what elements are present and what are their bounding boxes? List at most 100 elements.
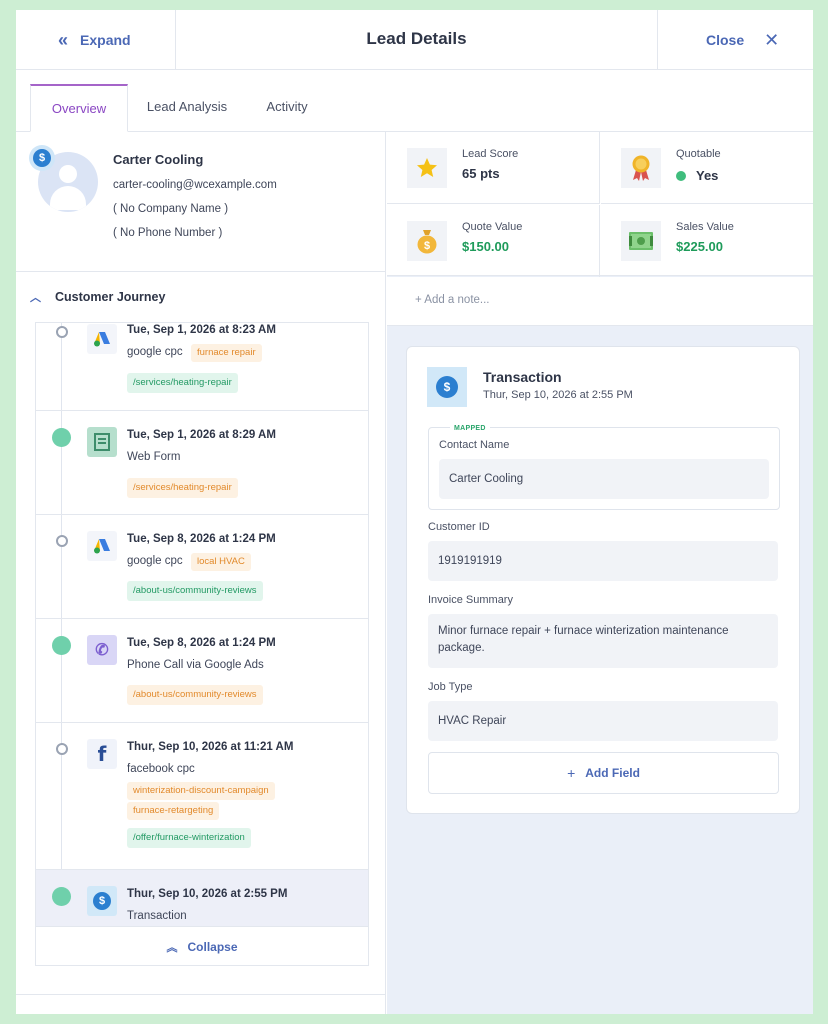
stat-label: Quote Value [462, 221, 523, 233]
google-ads-icon [87, 324, 117, 354]
field-label: Job Type [428, 681, 473, 693]
contact-company: ( No Company Name ) [113, 203, 229, 215]
sales-value-stat: Sales Value $225.00 [601, 205, 813, 277]
star-icon [407, 148, 447, 188]
invoice-summary-field[interactable]: Minor furnace repair + furnace winteriza… [428, 614, 778, 668]
contact-phone: ( No Phone Number ) [113, 227, 223, 239]
journey-source: Transaction [127, 910, 187, 922]
cash-stack-icon [621, 221, 661, 261]
journey-date: Thur, Sep 10, 2026 at 11:21 AM [127, 741, 294, 753]
contact-name: Carter Cooling [113, 152, 204, 167]
dollar-badge-icon: $ [29, 145, 55, 171]
timeline-dot [52, 887, 71, 906]
customer-id-field[interactable]: 1919191919 [428, 541, 778, 581]
tab-bar: Overview Lead Analysis Activity [16, 70, 813, 132]
campaign-tag: winterization-discount-campaign [127, 782, 275, 800]
journey-source: google cpc [127, 346, 183, 358]
transaction-title: Transaction [483, 369, 562, 385]
header: « Expand Lead Details Close ✕ [16, 10, 813, 70]
job-type-field[interactable]: HVAC Repair [428, 701, 778, 741]
award-ribbon-icon [621, 148, 661, 188]
timeline-dot [52, 636, 71, 655]
keyword-tag: local HVAC [191, 553, 251, 571]
tab-overview[interactable]: Overview [30, 84, 128, 132]
journey-date: Thur, Sep 10, 2026 at 2:55 PM [127, 888, 288, 900]
facebook-icon: f [87, 739, 117, 769]
phone-icon: ✆ [87, 635, 117, 665]
page-path-tag: /offer/furnace-winterization [127, 828, 251, 848]
contact-name-field[interactable]: Carter Cooling [439, 459, 769, 499]
page-title: Lead Details [366, 29, 467, 48]
journey-entry[interactable]: Tue, Sep 1, 2026 at 8:29 AM Web Form /se… [36, 411, 368, 515]
collapse-label: Collapse [187, 939, 238, 954]
add-field-label: Add Field [585, 766, 640, 780]
journey-source: Web Form [127, 451, 181, 463]
page-path-tag: /services/heating-repair [127, 373, 238, 393]
web-form-icon [87, 427, 117, 457]
journey-date: Tue, Sep 8, 2026 at 1:24 PM [127, 533, 276, 545]
contact-email: carter-cooling@wcexample.com [113, 179, 277, 191]
transaction-date: Thur, Sep 10, 2026 at 2:55 PM [483, 389, 633, 401]
field-label: Customer ID [428, 521, 490, 533]
stat-label: Sales Value [676, 221, 734, 233]
svg-text:$: $ [424, 240, 430, 252]
double-chevron-up-icon: ︽ [166, 941, 178, 954]
contact-profile: $ Carter Cooling carter-cooling@wcexampl… [16, 132, 386, 272]
stat-value: $150.00 [462, 239, 509, 254]
dollar-icon: $ [87, 886, 117, 916]
journey-entry[interactable]: Tue, Sep 1, 2026 at 8:23 AM google cpc f… [36, 323, 368, 411]
field-label: Invoice Summary [428, 594, 513, 606]
page-path-tag: /about-us/community-reviews [127, 581, 263, 601]
page-path-tag: /about-us/community-reviews [127, 685, 263, 705]
journey-entry[interactable]: Tue, Sep 8, 2026 at 1:24 PM google cpc l… [36, 515, 368, 619]
double-chevron-left-icon: « [58, 29, 68, 50]
stat-value: 65 pts [462, 166, 500, 181]
quotable-stat: Quotable Yes [601, 132, 813, 204]
expand-button[interactable]: « Expand [16, 10, 176, 70]
chevron-up-icon: ︿ [30, 292, 41, 304]
left-column: $ Carter Cooling carter-cooling@wcexampl… [16, 132, 386, 1014]
journey-entry-selected[interactable]: $ Thur, Sep 10, 2026 at 2:55 PM Transact… [36, 870, 368, 930]
journey-source: google cpc [127, 555, 183, 567]
journey-date: Tue, Sep 1, 2026 at 8:23 AM [127, 324, 276, 336]
stat-value: $225.00 [676, 239, 723, 254]
expand-label: Expand [80, 32, 131, 48]
customer-journey-list[interactable]: Tue, Sep 1, 2026 at 8:23 AM google cpc f… [35, 322, 369, 966]
journey-source: facebook cpc [127, 763, 195, 775]
mapped-field-group: MAPPED Contact Name Carter Cooling [428, 422, 780, 510]
journey-date: Tue, Sep 1, 2026 at 8:29 AM [127, 429, 276, 441]
status-dot [676, 171, 686, 181]
customer-journey-toggle[interactable]: ︿ Customer Journey [16, 282, 386, 312]
dollar-icon: $ [427, 367, 467, 407]
mapped-badge: MAPPED [450, 422, 490, 435]
close-button[interactable]: Close ✕ [657, 10, 813, 70]
add-field-button[interactable]: + Add Field [428, 752, 779, 794]
add-note-input[interactable]: + Add a note... [387, 277, 813, 326]
timeline-dot [56, 326, 68, 338]
close-icon: ✕ [764, 29, 780, 50]
quote-value-stat: $ Quote Value $150.00 [387, 205, 600, 277]
journey-date: Tue, Sep 8, 2026 at 1:24 PM [127, 637, 276, 649]
tab-lead-analysis[interactable]: Lead Analysis [138, 84, 236, 132]
field-label: Contact Name [439, 439, 510, 451]
close-label: Close [706, 32, 745, 48]
tab-activity[interactable]: Activity [252, 84, 322, 132]
timeline-dot [56, 535, 68, 547]
campaign-tag: furnace-retargeting [127, 802, 220, 820]
timeline-dot [56, 743, 68, 755]
timeline-dot [52, 428, 71, 447]
stat-value: Yes [676, 168, 718, 183]
lead-stats: Lead Score 65 pts Quotable Yes $ Quote V… [387, 132, 813, 277]
customer-journey-heading: Customer Journey [55, 290, 166, 304]
collapse-button[interactable]: ︽ Collapse [36, 926, 368, 965]
journey-entry[interactable]: f Thur, Sep 10, 2026 at 11:21 AM faceboo… [36, 723, 368, 870]
journey-entry[interactable]: ✆ Tue, Sep 8, 2026 at 1:24 PM Phone Call… [36, 619, 368, 723]
stat-label: Lead Score [462, 148, 519, 160]
lead-details-panel: « Expand Lead Details Close ✕ Overview L… [16, 10, 813, 1014]
plus-icon: + [567, 765, 576, 781]
right-column: Lead Score 65 pts Quotable Yes $ Quote V… [387, 132, 813, 1014]
stat-label: Quotable [676, 148, 721, 160]
keyword-tag: furnace repair [191, 344, 262, 362]
divider [16, 994, 386, 995]
journey-source: Phone Call via Google Ads [127, 659, 264, 671]
